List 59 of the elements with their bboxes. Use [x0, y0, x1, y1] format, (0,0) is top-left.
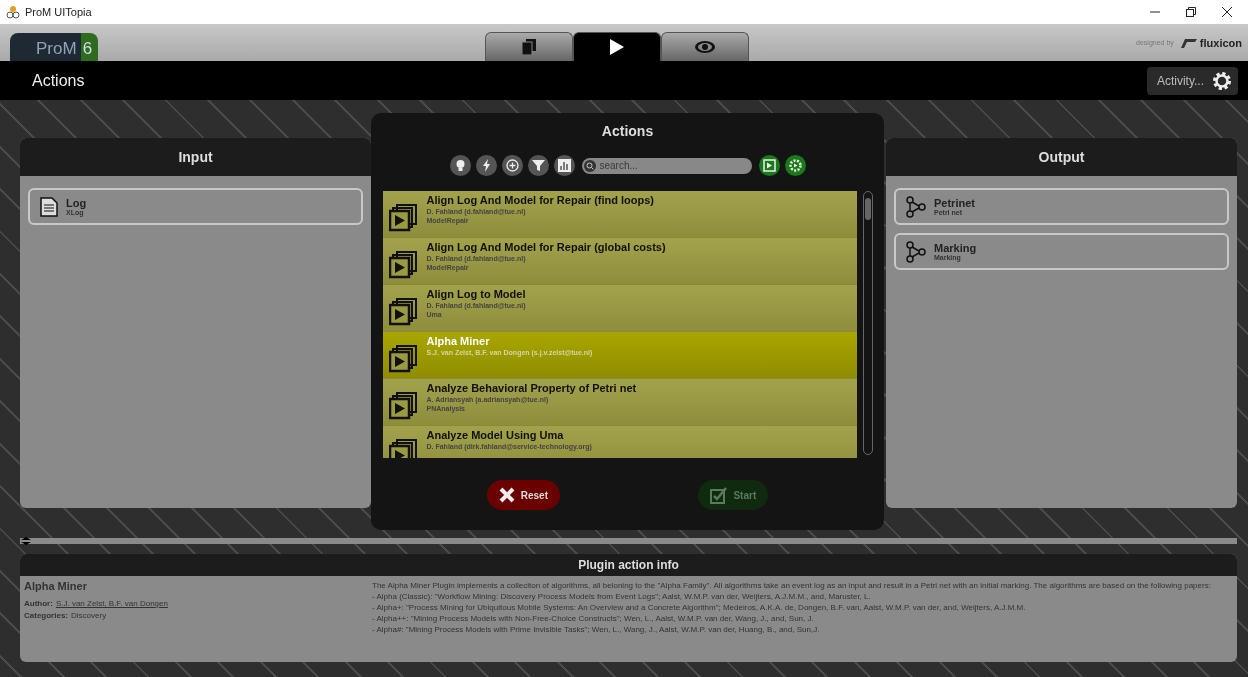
play-stack-icon — [388, 249, 419, 279]
close-icon — [498, 487, 515, 503]
filter-icon[interactable] — [527, 155, 549, 176]
play-stack-icon — [388, 202, 419, 232]
lightning-icon[interactable] — [475, 155, 497, 176]
view-tab[interactable] — [661, 32, 750, 61]
view-title: Actions — [32, 71, 85, 90]
description-line: - Alpha#: "Mining Process Models with Prime Invisible Tasks"; Wen, L., Wang, J., Aalst, W.M.P. van der, Huang, B., and, Sun,J. — [372, 624, 821, 635]
gear-icon — [1212, 70, 1232, 91]
play-stack-icon — [388, 343, 419, 373]
play-stack-icon — [388, 390, 419, 420]
play-stack-icon — [388, 296, 419, 326]
search-icon — [583, 159, 596, 172]
play-stack-icon[interactable] — [758, 155, 780, 176]
document-icon — [40, 196, 58, 217]
reset-button[interactable]: Reset — [486, 480, 560, 510]
object-name: Log — [66, 197, 87, 209]
categories-label: Categories: — [24, 611, 68, 620]
collapse-icon[interactable] — [20, 537, 32, 545]
logo: ProM 6 — [10, 31, 99, 61]
plugin-name: Alpha Miner — [24, 580, 88, 592]
search-field[interactable]: search... — [581, 157, 752, 174]
description-line: The Alpha Miner Plugin implements a colleciton of algorithms, all beloning to the "Alpha Family". All algorithms take an event log as an input and result in a Petri net with an initial marking. The algorithms are based on the following papers: — [372, 580, 1212, 591]
action-title: Align Log And Model for Repair (global costs) — [426, 241, 666, 253]
pages-icon — [522, 39, 537, 55]
description-line: - Alpha (Classic): "Workflow Mining: Discovery Process Models from Event Logs"; Aalst, W.M.P. van der, Weijters, A.J.M.M., and, Maruster, L. — [372, 591, 872, 602]
action-title: Align Log to Model — [426, 288, 526, 300]
restore-icon[interactable] — [1186, 7, 1196, 17]
chart-icon[interactable] — [553, 155, 575, 176]
action-title: Analyze Model Using Uma — [426, 429, 565, 441]
panel-title: Output — [886, 138, 1237, 176]
window-title: ProM UITopia — [25, 6, 93, 18]
view-tab[interactable] — [573, 32, 662, 61]
gear-play-icon[interactable] — [784, 155, 806, 176]
checkbox-icon — [710, 486, 728, 504]
author-label: Author: — [24, 599, 53, 608]
brand-name: fluxicon — [1199, 36, 1242, 49]
lightbulb-icon[interactable] — [449, 155, 471, 176]
action-title: Align Log And Model for Repair (find loops) — [426, 194, 654, 206]
activity-button[interactable]: Activity... — [1146, 66, 1238, 95]
object-name: Marking — [934, 242, 977, 254]
app-icon — [6, 5, 20, 19]
action-title: Analyze Behavioral Property of Petri net — [426, 382, 637, 394]
graph-icon — [906, 195, 926, 218]
object-name: Petrinet — [934, 197, 975, 209]
categories-value: Discovery — [71, 611, 107, 620]
dialog-title: Actions — [601, 123, 654, 139]
close-icon[interactable] — [1222, 7, 1232, 17]
add-icon[interactable] — [501, 155, 523, 176]
author-link[interactable]: S.J. van Zelst, B.F. van Dongen — [55, 599, 168, 608]
description-line: - Alpha+: "Process Mining for Ubiquitous Mobile Systems: An Overview and a Concrete Algorithm"; Medeiros, A.K.A. de, Dongen, B.F. van, Aalst, W.M.P. van der, and, Weijters, A.J.M.M. — [372, 602, 1027, 613]
panel-title: Input — [20, 138, 371, 176]
view-tab[interactable] — [485, 32, 574, 61]
graph-icon — [906, 240, 926, 263]
play-stack-icon — [388, 437, 419, 458]
eye-icon — [694, 40, 717, 54]
action-title: Alpha Miner — [426, 335, 491, 347]
play-icon — [609, 39, 626, 55]
info-title: Plugin action info — [20, 554, 1237, 576]
